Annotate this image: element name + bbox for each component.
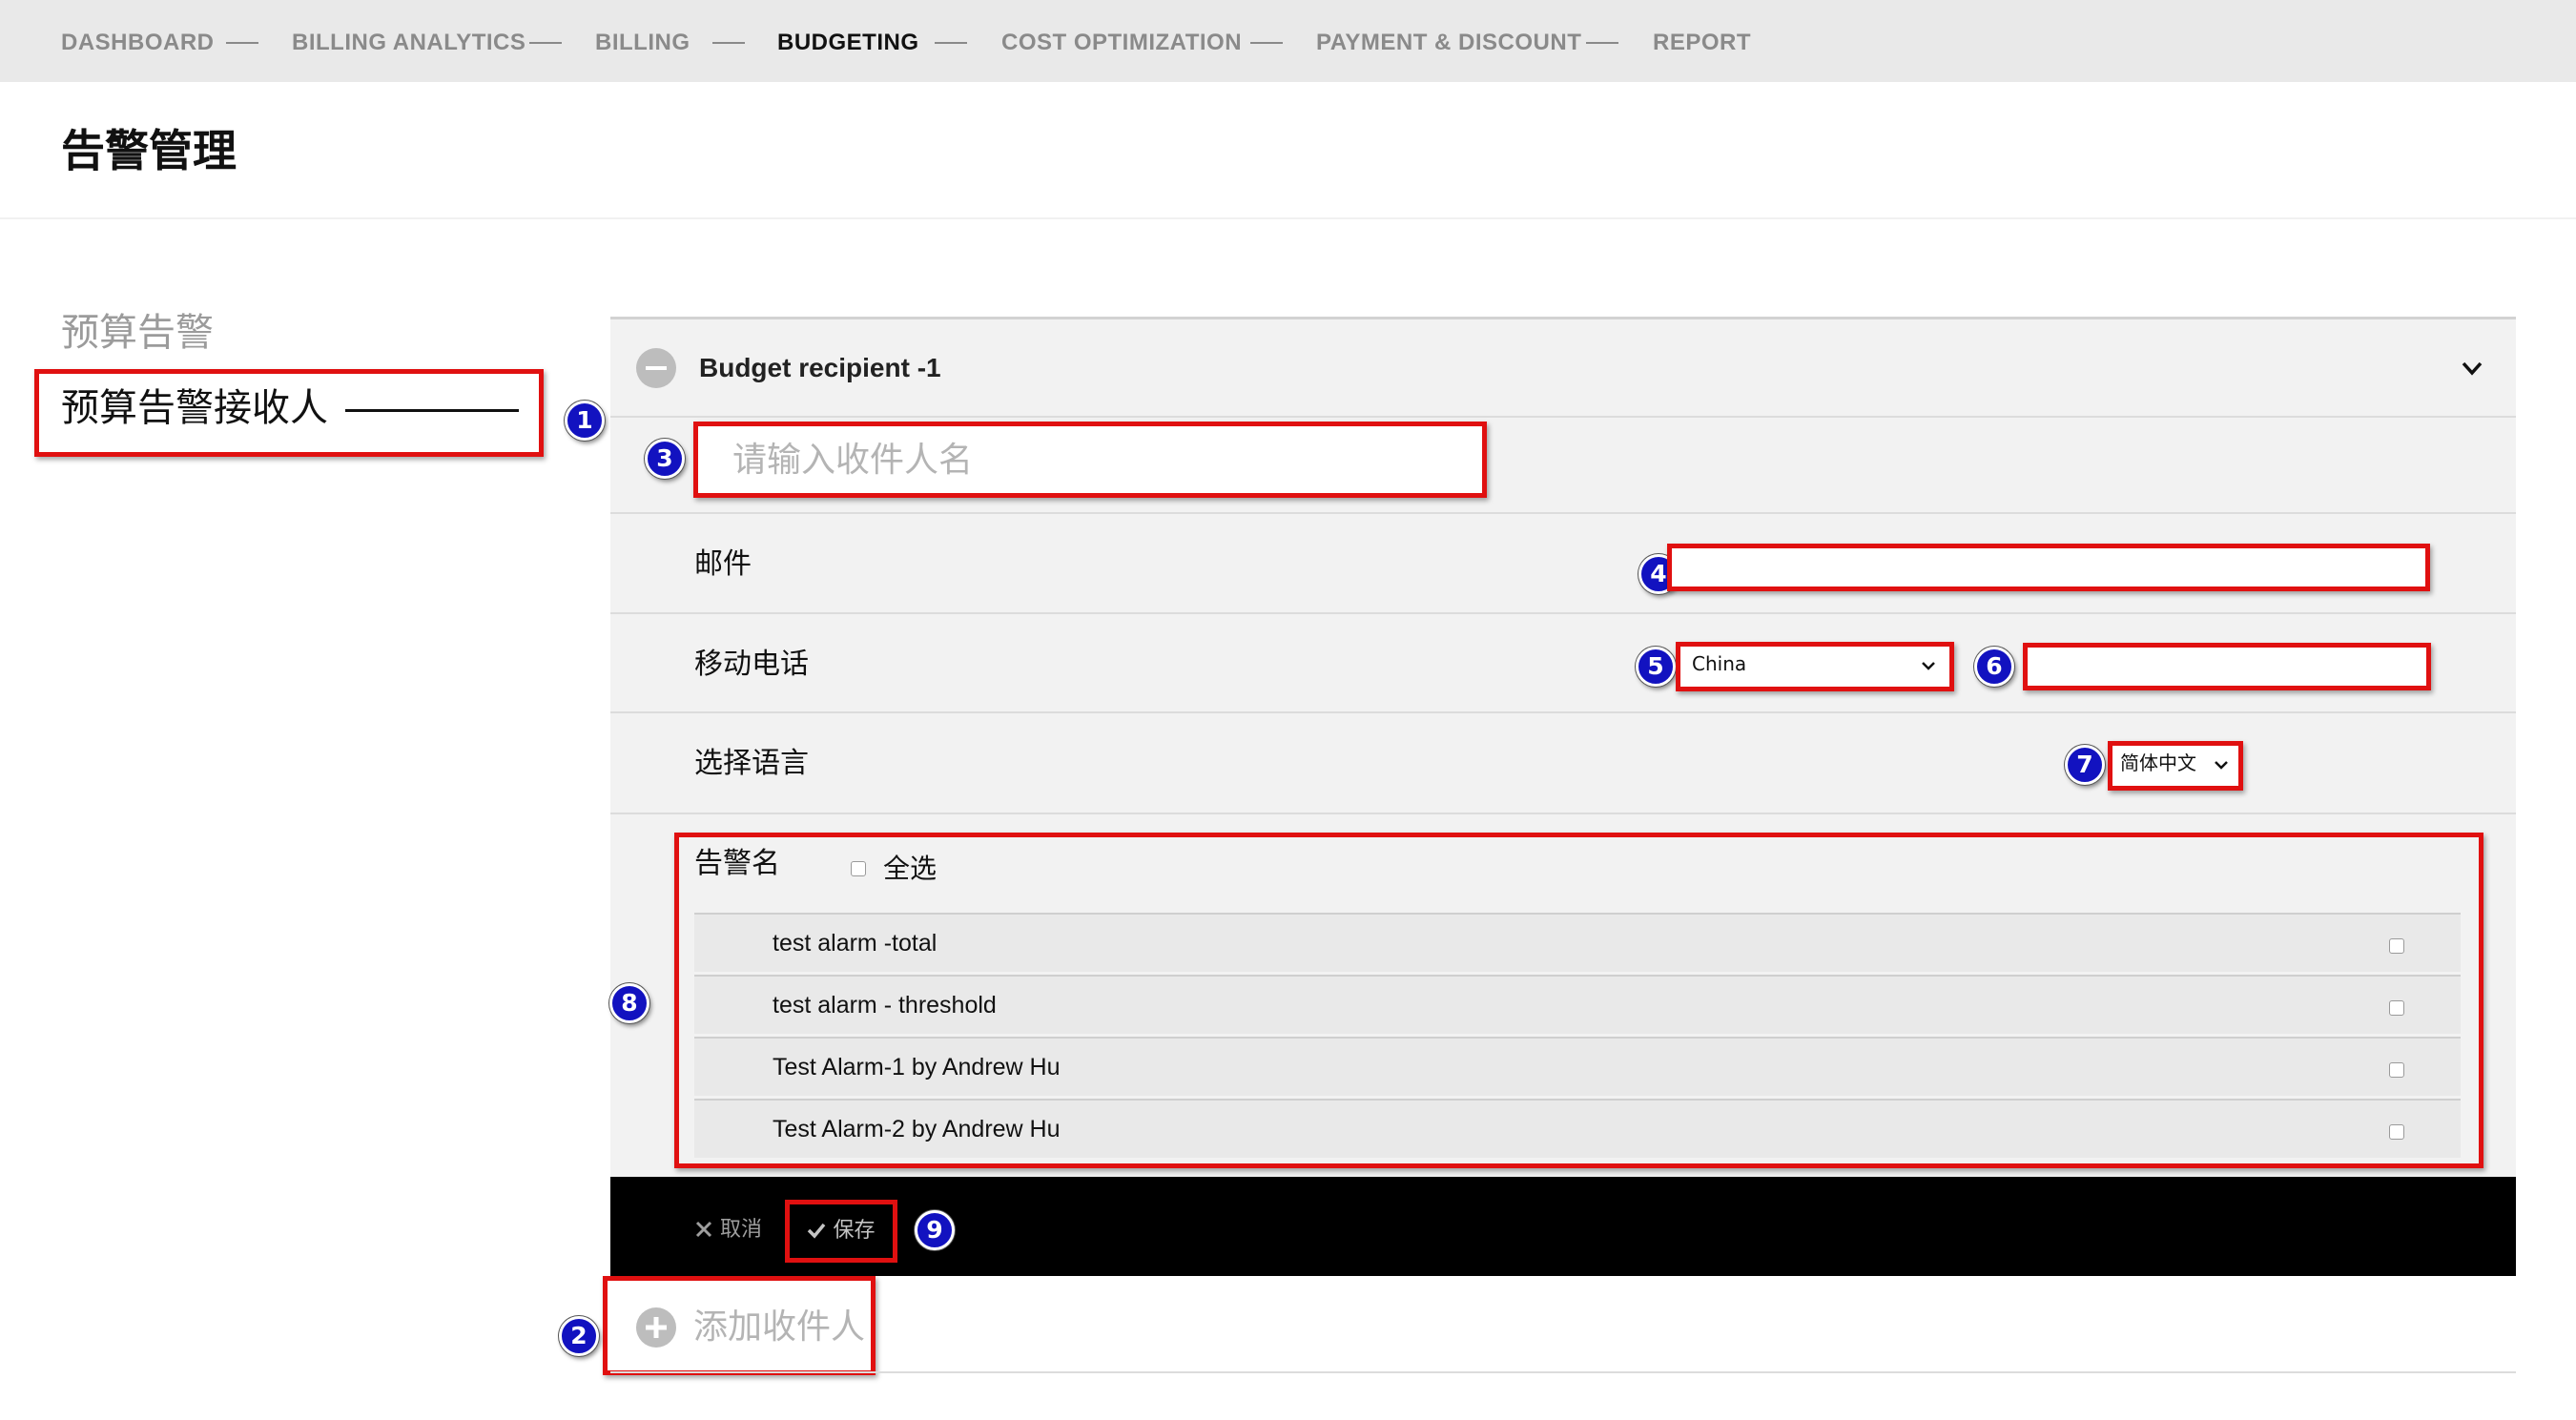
chevron-down-icon <box>1922 662 1935 670</box>
annotation-box-1 <box>34 369 544 457</box>
sidebar-item-budget-alert[interactable]: 预算告警 <box>61 309 214 357</box>
chevron-down-icon[interactable] <box>2459 355 2485 381</box>
country-select[interactable]: China <box>1676 642 1954 691</box>
country-select-value: China <box>1692 652 1747 675</box>
save-label: 保存 <box>833 1219 876 1243</box>
page-title: 告警管理 <box>61 125 237 176</box>
chevron-down-icon <box>2215 761 2228 770</box>
nav-separator <box>1586 42 1618 44</box>
annotation-badge-5: 5 <box>1636 647 1676 687</box>
email-field[interactable] <box>1667 544 2430 591</box>
language-select-value: 简体中文 <box>2120 751 2196 774</box>
annotation-badge-6: 6 <box>1974 647 2014 687</box>
annotation-badge-7: 7 <box>2065 745 2105 785</box>
nav-billing-analytics[interactable]: BILLING ANALYTICS <box>292 27 526 59</box>
email-label: 邮件 <box>694 547 752 581</box>
nav-budgeting[interactable]: BUDGETING <box>777 27 919 59</box>
row-divider <box>610 512 2516 514</box>
row-divider <box>610 711 2516 713</box>
row-divider <box>610 813 2516 814</box>
check-icon <box>808 1223 826 1239</box>
recipient-title: Budget recipient -1 <box>699 353 941 382</box>
mobile-label: 移动电话 <box>694 648 809 681</box>
nav-separator <box>935 42 967 44</box>
nav-billing[interactable]: BILLING <box>595 27 690 59</box>
cancel-label: 取消 <box>720 1218 763 1242</box>
row-divider <box>610 612 2516 614</box>
recipient-name-input[interactable] <box>693 422 1487 498</box>
annotation-box-2 <box>603 1276 876 1375</box>
nav-separator <box>226 42 258 44</box>
annotation-badge-3: 3 <box>645 439 685 479</box>
phone-number-field[interactable] <box>2023 643 2431 690</box>
collapse-minus-icon[interactable] <box>636 348 676 388</box>
nav-dashboard[interactable]: DASHBOARD <box>61 27 215 59</box>
nav-payment-discount[interactable]: PAYMENT & DISCOUNT <box>1316 27 1581 59</box>
annotation-box-8 <box>674 833 2483 1168</box>
language-label: 选择语言 <box>694 747 809 780</box>
top-nav: DASHBOARD BILLING ANALYTICS BILLING BUDG… <box>0 0 2576 82</box>
nav-separator <box>1250 42 1283 44</box>
save-button[interactable]: 保存 <box>785 1200 897 1263</box>
annotation-badge-2: 2 <box>559 1316 599 1356</box>
nav-separator <box>529 42 562 44</box>
header-divider <box>0 217 2576 219</box>
language-select[interactable]: 简体中文 <box>2108 741 2243 791</box>
annotation-badge-9: 9 <box>915 1210 955 1250</box>
row-divider <box>610 416 2516 418</box>
annotation-badge-8: 8 <box>609 983 649 1023</box>
close-icon <box>695 1221 712 1238</box>
cancel-button[interactable]: 取消 <box>694 1211 762 1249</box>
nav-cost-optimization[interactable]: COST OPTIMIZATION <box>1001 27 1242 59</box>
annotation-badge-1: 1 <box>565 401 605 441</box>
nav-report[interactable]: REPORT <box>1653 27 1751 59</box>
nav-separator <box>712 42 745 44</box>
bottom-divider <box>610 1371 2516 1373</box>
